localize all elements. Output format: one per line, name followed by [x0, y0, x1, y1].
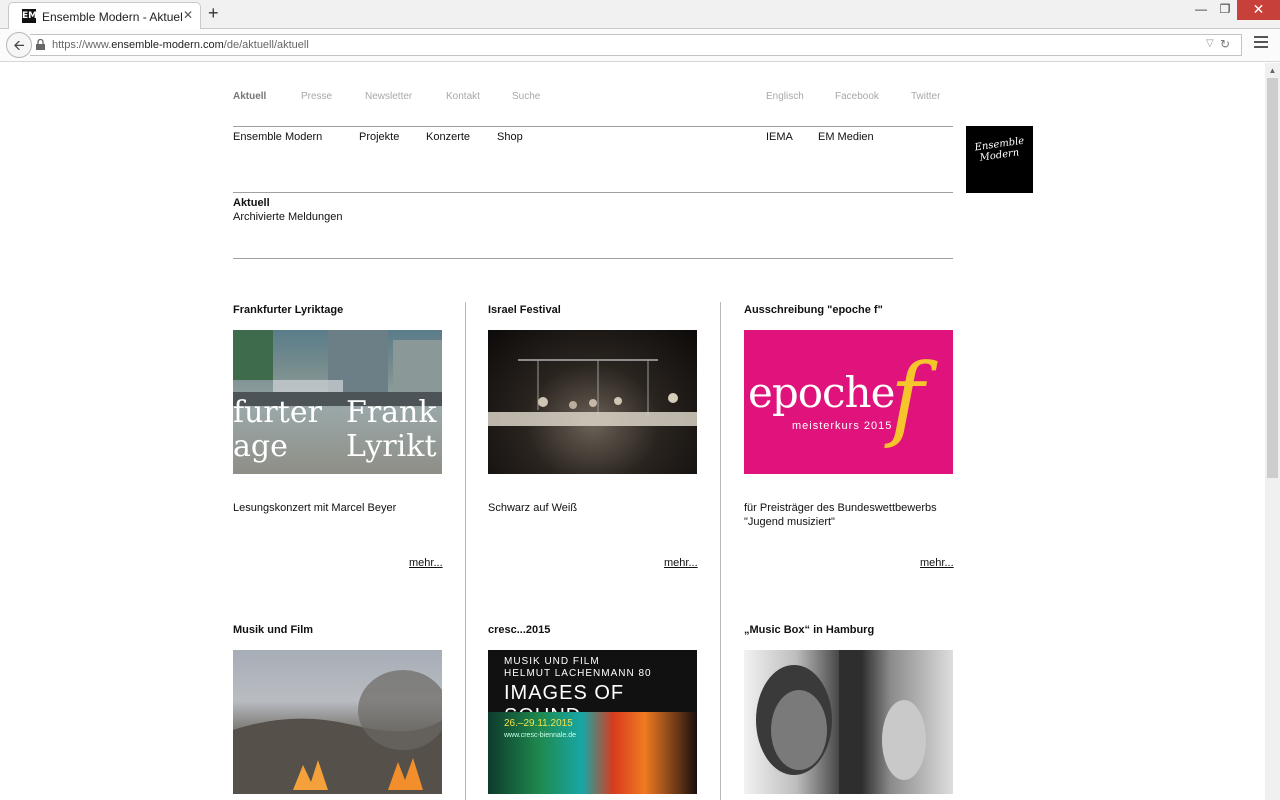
more-link-epoche[interactable]: mehr...	[920, 557, 954, 569]
news-image-epoche[interactable]: epoche f meisterkurs 2015	[744, 330, 953, 474]
subnav-archive-link[interactable]: Archivierte Meldungen	[233, 211, 342, 223]
reload-icon[interactable]: ↻	[1220, 37, 1230, 51]
subnav-aktuell[interactable]: Aktuell	[233, 197, 270, 209]
back-arrow-icon[interactable]: 🡨	[6, 32, 32, 58]
url-dropdown-icon[interactable]: ▽	[1206, 38, 1214, 49]
url-text: https://www.ensemble-modern.com/de/aktue…	[52, 39, 309, 51]
landscape-fire-graphic	[233, 670, 442, 794]
news-title-music-box[interactable]: „Music Box“ in Hamburg	[744, 624, 874, 636]
vertical-scrollbar[interactable]: ▲	[1265, 63, 1280, 800]
hamburger-menu-icon[interactable]	[1254, 36, 1268, 51]
more-link-israel[interactable]: mehr...	[664, 557, 698, 569]
more-link-lyriktage[interactable]: mehr...	[409, 557, 443, 569]
news-image-cresc[interactable]: MUSIK UND FILM HELMUT LACHENMANN 80 IMAG…	[488, 650, 697, 794]
column-divider	[720, 302, 721, 800]
topnav-suche[interactable]: Suche	[512, 91, 540, 102]
browser-tab[interactable]: EM Ensemble Modern - Aktuel... ✕	[8, 2, 201, 30]
mainnav-ensemble-modern[interactable]: Ensemble Modern	[233, 131, 322, 143]
topnav-twitter[interactable]: Twitter	[911, 91, 940, 102]
topnav-aktuell[interactable]: Aktuell	[233, 91, 266, 102]
lock-icon	[36, 39, 45, 50]
news-image-lyriktage[interactable]: furter Frank age Lyrikt	[233, 330, 442, 474]
scroll-up-icon[interactable]: ▲	[1265, 63, 1280, 78]
stage-scene-graphic	[488, 359, 697, 426]
mainnav-projekte[interactable]: Projekte	[359, 131, 399, 143]
divider	[233, 192, 953, 193]
topnav-englisch[interactable]: Englisch	[766, 91, 804, 102]
mainnav-shop[interactable]: Shop	[497, 131, 523, 143]
news-title-israel[interactable]: Israel Festival	[488, 304, 561, 316]
divider	[233, 126, 953, 127]
news-title-musik-film[interactable]: Musik und Film	[233, 624, 313, 636]
topnav-kontakt[interactable]: Kontakt	[446, 91, 480, 102]
news-desc-epoche: für Preisträger des Bundeswettbewerbs "J…	[744, 502, 937, 528]
mainnav-konzerte[interactable]: Konzerte	[426, 131, 470, 143]
news-title-cresc[interactable]: cresc...2015	[488, 624, 550, 636]
tab-bar: EM Ensemble Modern - Aktuel... ✕ + — ❐ ✕	[0, 0, 1280, 30]
news-image-israel[interactable]	[488, 330, 697, 474]
news-title-epoche[interactable]: Ausschreibung "epoche f"	[744, 304, 883, 316]
portrait-graphic	[756, 650, 926, 794]
news-title-lyriktage[interactable]: Frankfurter Lyriktage	[233, 304, 343, 316]
ensemble-modern-logo[interactable]: Ensemble Modern	[966, 126, 1033, 193]
address-bar[interactable]: https://www.ensemble-modern.com/de/aktue…	[30, 34, 1242, 56]
news-desc-israel: Schwarz auf Weiß	[488, 502, 578, 514]
window-close-icon[interactable]: ✕	[1237, 0, 1280, 20]
restore-icon[interactable]: ❐	[1210, 0, 1240, 20]
navigation-toolbar: https://www.ensemble-modern.com/de/aktue…	[0, 29, 1280, 62]
mainnav-iema[interactable]: IEMA	[766, 131, 793, 143]
site-favicon-icon: EM	[22, 9, 38, 23]
new-tab-button[interactable]: +	[208, 3, 219, 24]
tab-close-icon[interactable]: ✕	[183, 8, 193, 22]
news-desc-lyriktage: Lesungskonzert mit Marcel Beyer	[233, 502, 397, 514]
news-image-musik-film[interactable]	[233, 650, 442, 794]
news-image-music-box[interactable]	[744, 650, 953, 794]
scrollbar-thumb[interactable]	[1267, 78, 1278, 478]
topnav-presse[interactable]: Presse	[301, 91, 332, 102]
mainnav-em-medien[interactable]: EM Medien	[818, 131, 874, 143]
column-divider	[465, 302, 466, 800]
divider	[233, 258, 953, 259]
topnav-newsletter[interactable]: Newsletter	[365, 91, 412, 102]
topnav-facebook[interactable]: Facebook	[835, 91, 879, 102]
tab-title: Ensemble Modern - Aktuel...	[42, 10, 182, 24]
